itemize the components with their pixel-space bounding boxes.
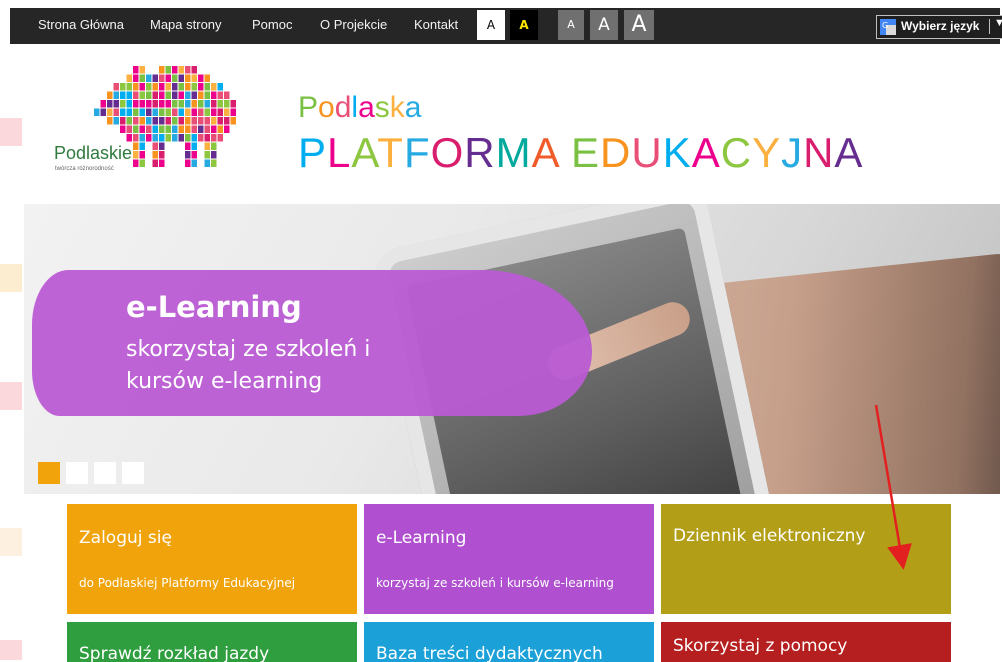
hero-title: e-Learning — [126, 290, 302, 324]
logo-tagline: twórcza różnorodność — [55, 166, 114, 172]
logo-brand-text: Podlaskie — [54, 143, 133, 163]
left-decor-pink-2 — [0, 382, 22, 410]
tile-help-title: Skorzystaj z pomocy — [673, 636, 848, 656]
font-size-large-button[interactable]: A — [624, 10, 654, 40]
contrast-normal-button[interactable]: A — [477, 10, 505, 40]
left-decor-peach — [0, 264, 22, 292]
nav-help-link[interactable]: Pomoc — [252, 8, 292, 44]
nav-home-link[interactable]: Strona Główna — [38, 8, 124, 44]
top-navigation-bar: Strona Główna Mapa strony Pomoc O Projek… — [10, 8, 1002, 44]
tile-login-title: Zaloguj się — [79, 528, 172, 548]
nav-about-link[interactable]: O Projekcie — [320, 8, 387, 44]
tile-help[interactable]: Skorzystaj z pomocy — [661, 622, 951, 662]
tile-timetable-title: Sprawdź rozkład jazdy — [79, 644, 270, 662]
left-decor-pink — [0, 118, 22, 146]
font-size-medium-button[interactable]: A — [590, 10, 618, 40]
site-title-line2: PLATFORMA EDUKACYJNA — [298, 129, 864, 176]
svg-text:G: G — [882, 21, 888, 30]
tile-teaching-resources[interactable]: Baza treści dydaktycznych — [364, 622, 654, 662]
nav-sitemap-link[interactable]: Mapa strony — [150, 8, 222, 44]
nav-contact-link[interactable]: Kontakt — [414, 8, 458, 44]
site-title-line1: Podlaska — [298, 91, 422, 124]
slider-dot-1-active[interactable] — [38, 462, 60, 484]
tile-electronic-register[interactable]: Dziennik elektroniczny — [661, 504, 951, 614]
contrast-high-button[interactable]: A — [510, 10, 538, 40]
dropdown-separator — [989, 19, 990, 34]
hero-slider[interactable]: e-Learning skorzystaj ze szkoleń i kursó… — [24, 204, 1000, 494]
tile-login[interactable]: Zaloguj się do Podlaskiej Platformy Eduk… — [67, 504, 357, 614]
tile-resources-title: Baza treści dydaktycznych — [376, 644, 603, 662]
tile-timetable[interactable]: Sprawdź rozkład jazdy — [67, 622, 357, 662]
tile-elearning[interactable]: e-Learning korzystaj ze szkoleń i kursów… — [364, 504, 654, 614]
tile-elearning-title: e-Learning — [376, 528, 467, 548]
font-size-small-button[interactable]: A — [558, 10, 584, 40]
slider-dot-3[interactable] — [94, 462, 116, 484]
language-select[interactable]: G Wybierz język ▼ — [876, 15, 1002, 39]
slider-dot-4[interactable] — [122, 462, 144, 484]
tile-login-subtitle: do Podlaskiej Platformy Edukacyjnej — [79, 576, 296, 590]
language-select-label: Wybierz język — [901, 19, 980, 33]
tile-elearning-subtitle: korzystaj ze szkoleń i kursów e-learning — [376, 576, 614, 590]
left-decor-cream — [0, 528, 22, 556]
dropdown-arrow-icon: ▼ — [994, 17, 1002, 29]
left-decor-pink-3 — [0, 640, 22, 660]
slider-dot-2[interactable] — [66, 462, 88, 484]
google-translate-icon: G — [880, 19, 896, 35]
hero-subtitle: skorzystaj ze szkoleń i kursów e-learnin… — [126, 337, 371, 394]
tile-register-title: Dziennik elektroniczny — [673, 526, 866, 546]
